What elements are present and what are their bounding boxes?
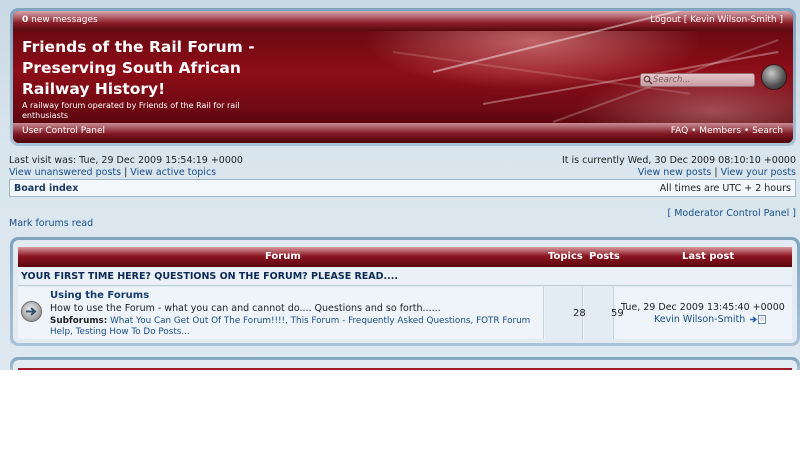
last-post-cell [615, 287, 792, 339]
topics-count: 28 [573, 308, 586, 319]
header-nav-links: FAQ • Members • Search [671, 126, 783, 136]
logout-link[interactable]: Logout [ Kevin Wilson-Smith ] [650, 15, 783, 25]
members-link[interactable]: Members [699, 126, 741, 136]
forum-description: How to use the Forum - what you can and … [50, 303, 441, 314]
new-messages-count: 0 [22, 15, 29, 25]
ucp-link[interactable]: User Control Panel [22, 126, 105, 136]
right-search-links: View new posts | View your posts [638, 167, 796, 178]
mcp-link-wrap: [ Moderator Control Panel ] [667, 208, 796, 219]
category-row[interactable]: YOUR FIRST TIME HERE? QUESTIONS ON THE F… [18, 268, 792, 286]
posts-cell [584, 287, 614, 339]
moderator-control-panel-link[interactable]: [ Moderator Control Panel ] [667, 208, 796, 219]
view-active-link[interactable]: View active topics [130, 167, 216, 178]
timezone-text: All times are UTC + 2 hours [659, 183, 791, 194]
breadcrumb-bar: Board index All times are UTC + 2 hours [9, 179, 796, 197]
view-latest-post-icon[interactable] [750, 315, 768, 324]
view-unanswered-link[interactable]: View unanswered posts [9, 167, 121, 178]
last-visit-text: Last visit was: Tue, 29 Dec 2009 15:54:1… [9, 155, 243, 166]
search-icon [643, 75, 653, 85]
next-forum-block-inner [13, 360, 797, 370]
next-forum-block [10, 357, 800, 370]
last-post-author: Kevin Wilson-Smith [654, 314, 768, 325]
search-input[interactable]: Search... [640, 73, 755, 87]
mark-read-wrap: Mark forums read [9, 218, 93, 229]
view-new-posts-link[interactable]: View new posts [638, 167, 712, 178]
arrow-icon [26, 307, 37, 316]
site-title[interactable]: Friends of the Rail Forum - Preserving S… [22, 37, 262, 100]
forum-row: Using the Forums How to use the Forum - … [18, 287, 792, 339]
site-header: 0 new messages Logout [ Kevin Wilson-Smi… [10, 8, 796, 146]
column-forum: Forum [265, 251, 301, 262]
last-post-author-link[interactable]: Kevin Wilson-Smith [654, 314, 745, 325]
search-placeholder: Search... [653, 75, 691, 85]
column-posts: Posts [589, 251, 620, 262]
forum-table-header: Forum Topics Posts Last post [18, 247, 792, 267]
search-button[interactable] [761, 64, 787, 90]
forum-title-link[interactable]: Using the Forums [50, 290, 149, 301]
header-banner: 0 new messages Logout [ Kevin Wilson-Smi… [13, 11, 793, 143]
board-index-link[interactable]: Board index [14, 183, 78, 194]
left-search-links: View unanswered posts | View active topics [9, 167, 216, 178]
current-time-text: It is currently Wed, 30 Dec 2009 08:10:1… [562, 155, 796, 166]
next-forum-header-edge [18, 368, 792, 370]
view-your-posts-link[interactable]: View your posts [721, 167, 796, 178]
search-link[interactable]: Search [752, 126, 783, 136]
forum-list: Forum Topics Posts Last post YOUR FIRST … [10, 237, 800, 346]
forum-read-icon [21, 301, 42, 322]
mark-forums-read-link[interactable]: Mark forums read [9, 218, 93, 229]
new-messages-link[interactable]: 0 new messages [22, 15, 98, 25]
last-post-date: Tue, 29 Dec 2009 13:45:40 +0000 [621, 302, 785, 313]
column-topics: Topics [548, 251, 583, 262]
new-messages-label: new messages [31, 15, 98, 25]
subforum-links[interactable]: What You Can Get Out Of The Forum!!!!, T… [50, 316, 530, 337]
column-last-post: Last post [682, 251, 735, 262]
site-description: A railway forum operated by Friends of t… [22, 101, 240, 120]
link-separator: | [124, 167, 128, 178]
forum-table: Forum Topics Posts Last post YOUR FIRST … [13, 240, 797, 343]
link-separator: | [714, 167, 718, 178]
nav-separator: • [743, 126, 750, 136]
subforums-label: Subforums: [50, 316, 108, 326]
faq-link[interactable]: FAQ [671, 126, 688, 136]
subforums-list: Subforums: What You Can Get Out Of The F… [50, 316, 540, 338]
nav-separator: • [691, 126, 697, 136]
